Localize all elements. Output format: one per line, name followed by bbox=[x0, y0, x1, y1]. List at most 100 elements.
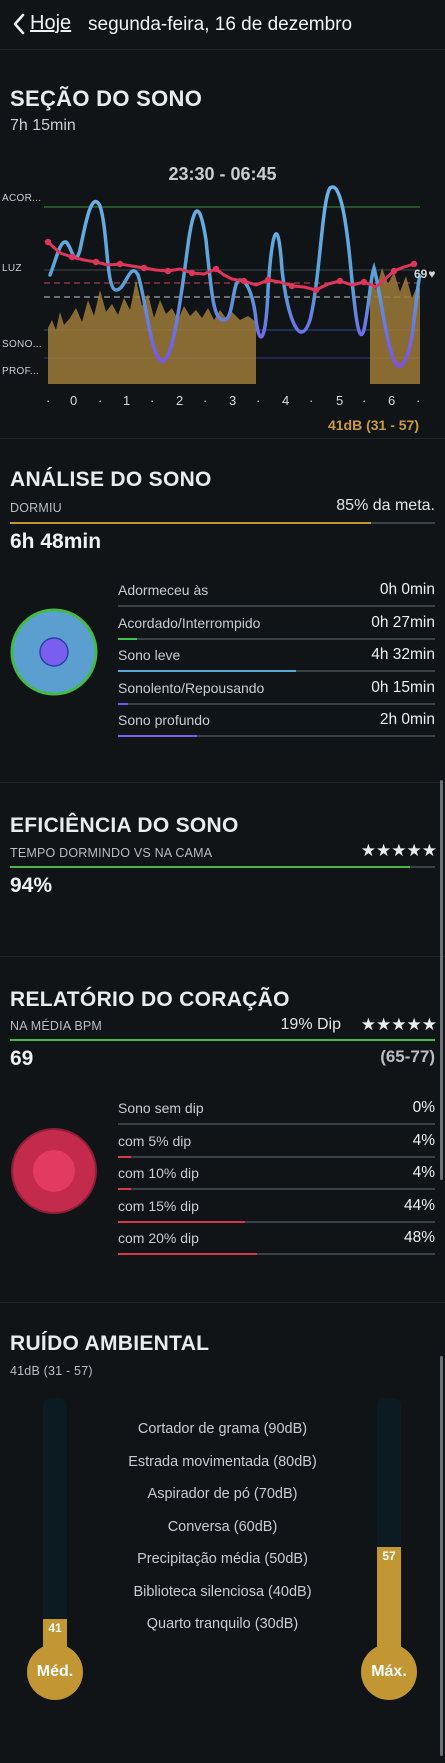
analysis-row: Sono profundo 2h 0min bbox=[118, 711, 435, 744]
heart-dip-row: com 20% dip 48% bbox=[118, 1229, 435, 1262]
heart-dip-fill bbox=[118, 1188, 131, 1190]
x-dot: · bbox=[362, 393, 367, 408]
sleep-chart bbox=[44, 185, 422, 384]
noise-level-item: Cortador de grama (90dB) bbox=[137, 1421, 308, 1437]
noise-level-item: Quarto tranquilo (30dB) bbox=[146, 1616, 299, 1632]
noise-area-left bbox=[48, 280, 256, 384]
heart-dip-label: com 5% dip bbox=[118, 1132, 192, 1149]
heart-dip-track bbox=[118, 1123, 435, 1125]
heart-dip-fill bbox=[118, 1253, 258, 1255]
goal-text: 85% da meta. bbox=[336, 497, 435, 514]
chevron-left-icon bbox=[13, 13, 25, 34]
heart-dip-value: 44% bbox=[403, 1196, 435, 1214]
back-label[interactable]: Hoje bbox=[30, 12, 71, 35]
analysis-row-label: Sonolento/Repousando bbox=[118, 679, 265, 696]
heart-icon: ♥ bbox=[428, 267, 436, 281]
analysis-row: Sonolento/Repousando 0h 15min bbox=[118, 678, 435, 712]
analysis-row-label: Adormeceu às bbox=[118, 582, 209, 598]
x-dot: · bbox=[309, 393, 314, 408]
x-tick: 6 bbox=[388, 393, 396, 408]
noise-summary: 41dB (31 - 57) bbox=[327, 417, 419, 433]
avg-thermometer-bulb: Méd. bbox=[27, 1644, 83, 1700]
header-date: segunda-feira, 16 de dezembro bbox=[88, 14, 353, 35]
analysis-row-value: 4h 32min bbox=[371, 646, 435, 663]
analysis-row: Acordado/Interrompido 0h 27min bbox=[118, 613, 435, 647]
heart-dip-row: com 5% dip 4% bbox=[118, 1131, 435, 1165]
heart-title: RELATÓRIO DO CORAÇÃO bbox=[10, 988, 290, 1011]
heart-rate-line bbox=[46, 240, 415, 292]
heart-stars: ★★★★★ bbox=[360, 1015, 437, 1034]
heart-ring-graphic bbox=[11, 1128, 97, 1214]
x-dot: · bbox=[46, 393, 51, 408]
noise-title: RUÍDO AMBIENTAL bbox=[10, 1332, 210, 1355]
analysis-row-fill bbox=[118, 670, 296, 672]
divider bbox=[0, 782, 445, 783]
analysis-row-fill bbox=[118, 735, 198, 737]
sleep-section-title: SEÇÃO DO SONO bbox=[10, 86, 203, 111]
noise-level-item: Precipitação média (50dB) bbox=[137, 1551, 308, 1567]
heart-dip-row: Sono sem dip 0% bbox=[118, 1099, 435, 1132]
efficiency-bar bbox=[10, 866, 435, 868]
analysis-row-value: 0h 27min bbox=[371, 613, 435, 631]
x-dot: · bbox=[150, 393, 155, 408]
heart-dip-track bbox=[118, 1155, 435, 1158]
x-dot: · bbox=[256, 393, 261, 408]
noise-level-item: Estrada movimentada (80dB) bbox=[128, 1453, 317, 1470]
heart-range: (65-77) bbox=[380, 1047, 435, 1066]
noise-level-item: Conversa (60dB) bbox=[167, 1518, 278, 1535]
x-dot: · bbox=[203, 393, 208, 408]
slept-label: DORMIU bbox=[10, 501, 62, 515]
heart-dip-value: 48% bbox=[403, 1229, 435, 1246]
analysis-row: Adormeceu às 0h 0min bbox=[118, 581, 435, 614]
goal-bar-fill bbox=[10, 522, 372, 524]
noise-level-item: Biblioteca silenciosa (40dB) bbox=[133, 1583, 312, 1600]
efficiency-subtitle: TEMPO DORMINDO VS NA CAMA bbox=[10, 846, 213, 860]
heart-dip-row: com 15% dip 44% bbox=[118, 1196, 435, 1230]
heart-dip-row: com 10% dip 4% bbox=[118, 1164, 435, 1197]
back-button[interactable]: Hoje bbox=[12, 12, 71, 35]
analysis-row-label: Sono leve bbox=[118, 647, 181, 663]
analysis-row-fill bbox=[118, 637, 138, 640]
x-tick: 1 bbox=[123, 393, 131, 408]
x-axis: · 0 · 1 · 2 · 3 · 4 · 5 · 6 · bbox=[40, 393, 430, 409]
heart-dip-label: com 15% dip bbox=[118, 1197, 199, 1214]
efficiency-value: 94% bbox=[10, 874, 53, 897]
goal-bar bbox=[10, 522, 435, 524]
analysis-row-track bbox=[118, 702, 435, 705]
scrollbar[interactable] bbox=[440, 780, 443, 1180]
efficiency-stars: ★★★★★ bbox=[360, 841, 437, 860]
analysis-row-value: 0h 0min bbox=[379, 581, 435, 598]
heart-end-value: 69♥ bbox=[414, 267, 436, 281]
heart-dip-track bbox=[118, 1188, 435, 1190]
heart-subtitle: NA MÉDIA BPM bbox=[10, 1019, 103, 1033]
heart-dip-label: Sono sem dip bbox=[118, 1100, 204, 1116]
heart-dip-value: 4% bbox=[412, 1164, 435, 1181]
x-dot: · bbox=[416, 393, 421, 408]
scrollbar[interactable] bbox=[440, 1356, 443, 1756]
x-tick: 2 bbox=[176, 393, 184, 408]
sleep-ring-graphic bbox=[10, 608, 98, 696]
analysis-title: ANÁLISE DO SONO bbox=[10, 468, 212, 491]
analysis-row-label: Sono profundo bbox=[118, 712, 210, 728]
max-thermometer-bulb: Máx. bbox=[361, 1644, 417, 1700]
analysis-row-value: 0h 15min bbox=[371, 678, 435, 696]
max-thermometer-value: 57 bbox=[382, 1548, 396, 1563]
heart-dip-text: 19% Dip bbox=[280, 1016, 341, 1033]
heart-dip-fill bbox=[118, 1155, 131, 1158]
x-tick: 5 bbox=[336, 393, 344, 408]
efficiency-bar-fill bbox=[10, 866, 410, 868]
analysis-row-track bbox=[118, 605, 435, 607]
x-tick: 0 bbox=[70, 393, 78, 408]
heart-value: 69 bbox=[10, 1047, 34, 1070]
analysis-row-track bbox=[118, 637, 435, 640]
noise-level-item: Aspirador de pó (70dB) bbox=[147, 1486, 298, 1502]
x-tick: 4 bbox=[282, 393, 290, 408]
heart-dip-value: 0% bbox=[412, 1099, 435, 1116]
analysis-row-label: Acordado/Interrompido bbox=[118, 614, 261, 631]
noise-subtitle: 41dB (31 - 57) bbox=[10, 1364, 93, 1378]
divider bbox=[0, 1302, 445, 1303]
x-dot: · bbox=[98, 393, 103, 408]
divider bbox=[0, 956, 445, 957]
analysis-row: Sono leve 4h 32min bbox=[118, 646, 435, 679]
heart-dip-value: 4% bbox=[412, 1131, 435, 1149]
